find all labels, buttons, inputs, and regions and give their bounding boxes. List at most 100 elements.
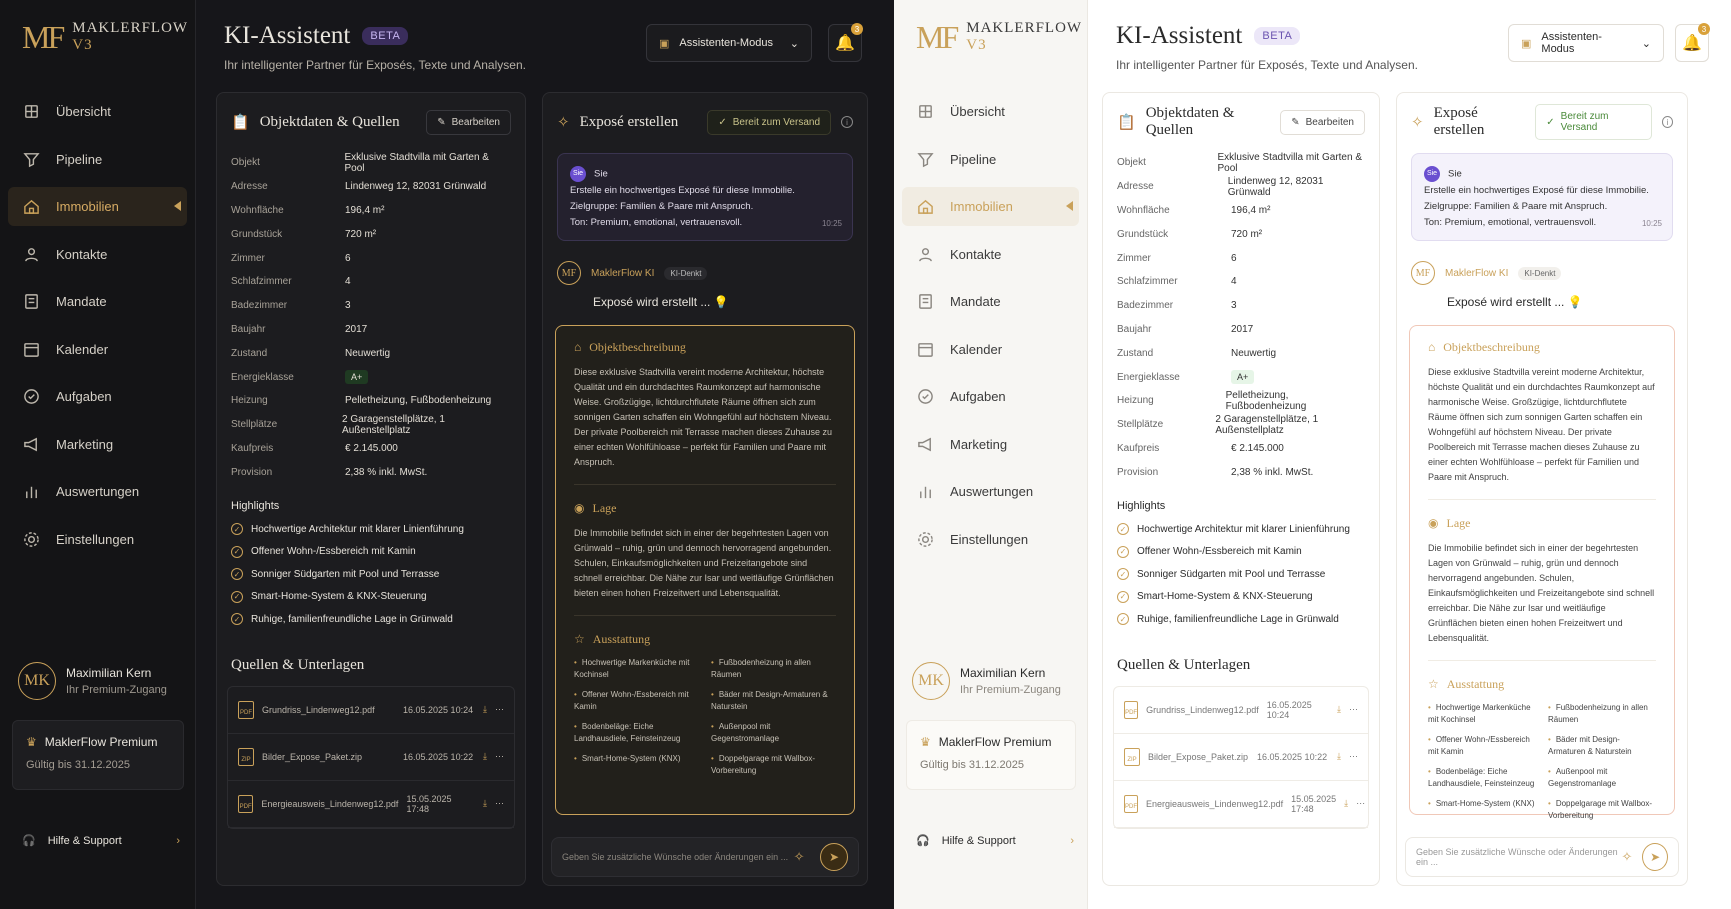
more-icon[interactable]: ⋯ (495, 704, 504, 715)
info-icon[interactable]: i (1661, 116, 1674, 128)
download-icon[interactable]: ⤓ (483, 751, 487, 762)
edit-button[interactable]: ✎ Bearbeiten (1280, 109, 1365, 135)
equipment-item: Bäder mit Design-Armaturen & Naturstein (711, 689, 836, 713)
download-icon[interactable]: ⤓ (483, 798, 487, 809)
nav-item-label: Kontakte (950, 246, 1002, 262)
edit-button[interactable]: ✎ Bearbeiten (426, 109, 511, 135)
download-icon[interactable]: ⤓ (1337, 751, 1341, 762)
more-icon[interactable]: ⋯ (495, 798, 504, 809)
download-icon[interactable]: ⤓ (1337, 704, 1341, 715)
file-row[interactable]: PDF Energieausweis_Lindenweg12.pdf 15.05.2… (1114, 781, 1368, 828)
more-icon[interactable]: ⋯ (1349, 751, 1358, 762)
object-row: Stellplätze 2 Garagenstellplätze, 1 Außen… (1117, 413, 1365, 437)
equipment-list: Hochwertige Markenküche mit Kochinsel Fuß… (574, 657, 836, 777)
object-row-value: Exklusive Stadtvilla mit Garten & Pool (344, 151, 489, 174)
equipment-item: Doppelgarage mit Wallbox-Vorbereitung (711, 753, 836, 777)
nav-item-übersicht[interactable]: Übersicht (8, 92, 187, 131)
more-icon[interactable]: ⋯ (1349, 704, 1358, 715)
nav-item-immobilien[interactable]: Immobilien (8, 187, 187, 226)
file-row[interactable]: ZIP Bilder_Expose_Paket.zip 16.05.2025 10:… (1114, 734, 1368, 781)
logo-mark: MF (22, 18, 65, 55)
location-title: Lage (592, 501, 617, 515)
nav-item-einstellungen[interactable]: Einstellungen (8, 520, 187, 559)
file-row[interactable]: PDF Grundriss_Lindenweg12.pdf 16.05.2025 1… (228, 687, 514, 734)
desc-title: Objektbeschreibung (589, 340, 686, 354)
logo-version: V3 (72, 37, 93, 53)
user-name: Maximilian Kern (66, 666, 152, 680)
nav-item-pipeline[interactable]: Pipeline (902, 140, 1079, 179)
nav-item-auswertungen[interactable]: Auswertungen (902, 472, 1079, 511)
highlight-item: ✓ Smart-Home-System & KNX-Steuerung (217, 586, 525, 609)
mode-label: Assistenten-Modus (1541, 31, 1602, 55)
info-icon[interactable]: i (841, 116, 853, 128)
download-icon[interactable]: ⤓ (1344, 798, 1348, 809)
user-message: Sie Sie Erstelle ein hochwertiges Exposé … (557, 153, 853, 241)
magic-sparkle-icon[interactable]: ✧ (794, 849, 805, 865)
notifications-button[interactable]: 🔔 3 (1675, 23, 1710, 62)
equipment-item: Hochwertige Markenküche mit Kochinsel (1428, 702, 1536, 726)
nav-item-kalender[interactable]: Kalender (8, 330, 187, 369)
nav-item-kontakte[interactable]: Kontakte (902, 235, 1079, 274)
file-date: 15.05.2025 17:48 (1291, 793, 1337, 814)
ready-status-button[interactable]: ✓ Bereit zum Versand (707, 109, 831, 135)
more-icon[interactable]: ⋯ (1356, 798, 1365, 809)
file-row[interactable]: PDF Energieausweis_Lindenweg12.pdf 15.05.2… (228, 781, 514, 828)
nav-item-übersicht[interactable]: Übersicht (902, 92, 1079, 131)
nav-item-immobilien[interactable]: Immobilien (902, 187, 1079, 226)
ai-status: Exposé wird erstellt ... (593, 295, 711, 309)
user-profile[interactable]: MK Maximilian Kern Ihr Premium-Zugang (18, 662, 167, 700)
logo[interactable]: MF MAKLERFLOW V3 (894, 0, 1087, 74)
premium-card[interactable]: ♛ MaklerFlow Premium Gültig bis 31.12.202… (906, 720, 1076, 790)
more-icon[interactable]: ⋯ (495, 751, 504, 762)
help-label: Hilfe & Support (47, 834, 122, 847)
mode-select[interactable]: ▣ Assistenten-Modus ⌄ (646, 24, 812, 62)
desc-text: Diese exklusive Stadtvilla vereint moder… (1428, 365, 1656, 500)
object-row-key: Wohnfläche (1117, 204, 1170, 216)
object-row-key: Zimmer (1117, 252, 1151, 264)
object-row: Adresse Lindenweg 12, 82031 Grünwald (231, 175, 511, 199)
building-icon: ⌂ (574, 340, 582, 354)
nav-item-einstellungen[interactable]: Einstellungen (902, 520, 1079, 559)
user-profile[interactable]: MK Maximilian Kern Ihr Premium-Zugang (912, 662, 1061, 700)
nav-item-kontakte[interactable]: Kontakte (8, 235, 187, 274)
funnel-icon (22, 150, 40, 168)
send-button[interactable]: ➤ (1642, 843, 1668, 871)
send-button[interactable]: ➤ (819, 843, 848, 871)
prompt-input[interactable]: Geben Sie zusätzliche Wünsche oder Änder… (551, 837, 859, 877)
premium-card[interactable]: ♛ MaklerFlow Premium Gültig bis 31.12.202… (12, 720, 184, 790)
expose-card: ✧ Exposé erstellen ✓ Bereit zum Versand i… (542, 92, 868, 886)
nav-item-mandate[interactable]: Mandate (902, 282, 1079, 321)
megaphone-icon (22, 435, 40, 453)
nav-item-pipeline[interactable]: Pipeline (8, 140, 187, 179)
file-row[interactable]: PDF Grundriss_Lindenweg12.pdf 16.05.2025 1… (1114, 687, 1368, 734)
notifications-button[interactable]: 🔔 3 (828, 23, 863, 62)
logo[interactable]: MF MAKLERFLOW V3 (0, 0, 195, 74)
help-support-link[interactable]: 🎧 Hilfe & Support › (916, 834, 1074, 848)
premium-valid: Gültig bis 31.12.2025 (26, 759, 130, 771)
highlight-item: ✓ Hochwertige Architektur mit klarer Lini… (217, 518, 525, 541)
nav-item-aufgaben[interactable]: Aufgaben (8, 377, 187, 416)
object-row: Grundstück 720 m² (1117, 222, 1365, 246)
main-content: KI-Assistent BETA Ihr intelligenter Part… (196, 0, 894, 909)
magic-sparkle-icon[interactable]: ✧ (1621, 849, 1632, 865)
nav-item-label: Übersicht (56, 104, 111, 119)
nav-item-auswertungen[interactable]: Auswertungen (8, 472, 187, 511)
nav-item-label: Kontakte (56, 246, 108, 262)
nav-item-mandate[interactable]: Mandate (8, 282, 187, 321)
nav-item-aufgaben[interactable]: Aufgaben (902, 377, 1079, 416)
nav-item-marketing[interactable]: Marketing (902, 425, 1079, 464)
download-icon[interactable]: ⤓ (483, 704, 487, 715)
nav-item-kalender[interactable]: Kalender (902, 330, 1079, 369)
file-row[interactable]: ZIP Bilder_Expose_Paket.zip 16.05.2025 10:… (228, 734, 514, 781)
object-row-key: Badezimmer (1117, 300, 1174, 312)
mode-select[interactable]: ▣ Assistenten-Modus ⌄ (1508, 24, 1664, 62)
nav-item-marketing[interactable]: Marketing (8, 425, 187, 464)
prompt-input[interactable]: Geben Sie zusätzliche Wünsche oder Änder… (1405, 837, 1679, 877)
file-date: 16.05.2025 10:22 (1257, 751, 1328, 762)
ready-status-button[interactable]: ✓ Bereit zum Versand (1535, 104, 1652, 140)
help-label: Hilfe & Support (941, 834, 1016, 847)
equipment-item: Offener Wohn-/Essbereich mit Kamin (574, 689, 699, 713)
notification-badge: 3 (851, 23, 863, 35)
help-support-link[interactable]: 🎧 Hilfe & Support › (22, 834, 180, 848)
object-row-key: Stellplätze (1117, 419, 1164, 431)
